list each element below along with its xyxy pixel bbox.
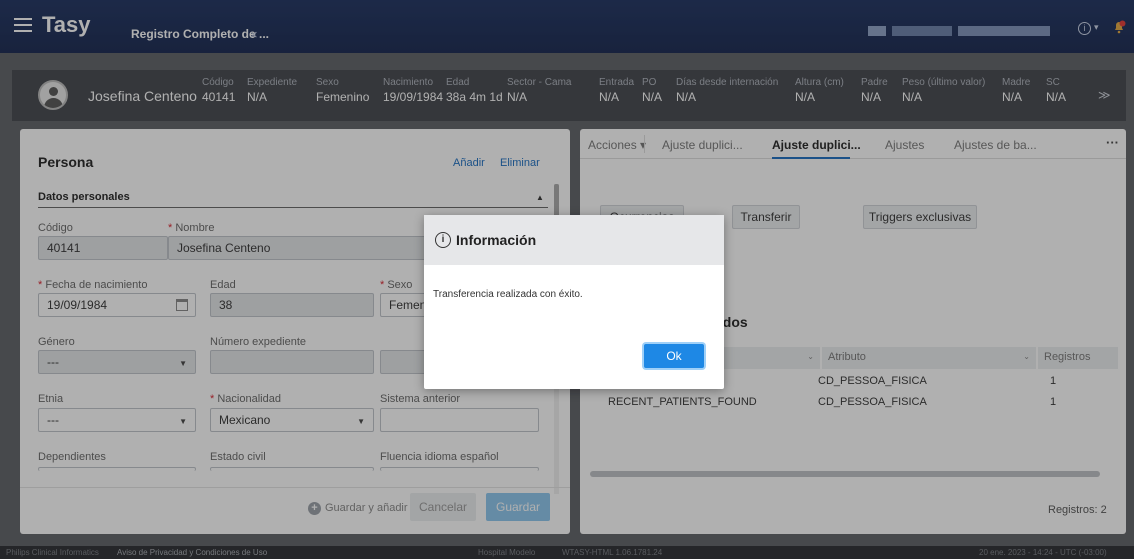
ok-button[interactable]: Ok [644,344,704,368]
info-dialog: i Información Transferencia realizada co… [424,215,724,389]
dialog-header: i Información [424,215,724,265]
info-icon: i [435,232,451,248]
dialog-title: Información [456,232,537,248]
dialog-message: Transferencia realizada con éxito. [433,289,583,300]
